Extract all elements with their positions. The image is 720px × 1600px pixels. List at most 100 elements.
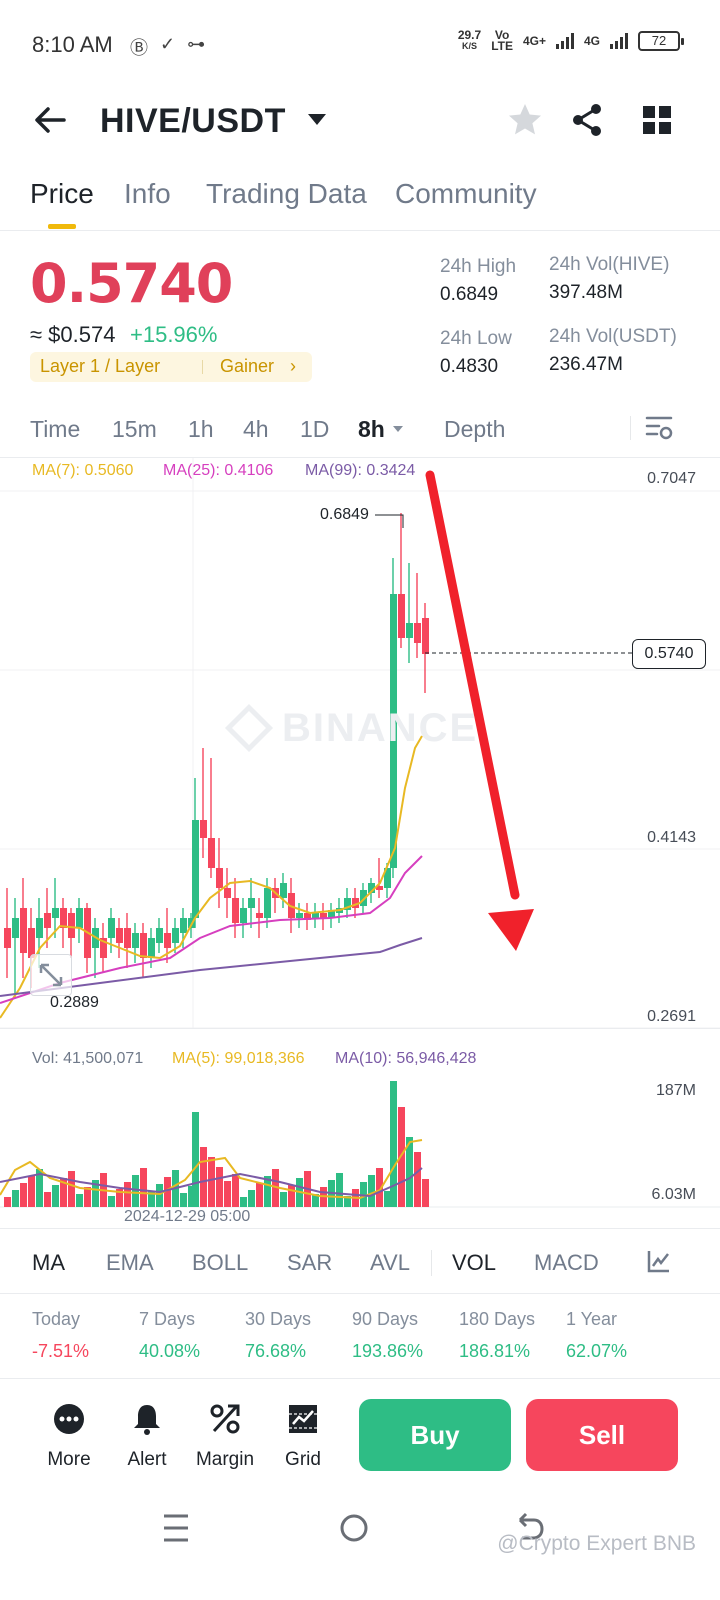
interval-depth[interactable]: Depth [444,416,505,443]
indicator-ema[interactable]: EMA [106,1250,154,1276]
interval-4h[interactable]: 4h [243,416,269,443]
volume-bar [132,1175,139,1207]
volume-bar [240,1197,247,1207]
speed-unit: K/S [462,41,478,51]
volume-bar [256,1183,263,1207]
indicator-boll[interactable]: BOLL [192,1250,248,1276]
volume-bar [44,1192,51,1207]
indicator-ma[interactable]: MA [32,1250,65,1276]
red-arrow-annotation [425,470,534,951]
perf-label-1y: 1 Year [566,1309,618,1329]
candle-body [224,888,231,898]
alert-label: Alert [127,1449,167,1470]
perf-value-180d: 186.81% [459,1341,531,1361]
volume-bar [384,1191,391,1207]
chart-settings-icon[interactable] [644,414,674,442]
grid-menu-icon[interactable] [637,100,677,140]
divider [0,1378,720,1379]
grid-button[interactable]: Grid [268,1402,338,1471]
net1-label: 4G+ [522,34,546,48]
divider [0,230,720,231]
candle-body [148,938,155,958]
volume-bar [288,1185,295,1207]
low-label: 24h Low [440,328,512,349]
candle-body [240,908,247,923]
interval-1h[interactable]: 1h [188,416,214,443]
high-value: 0.6849 [440,284,499,305]
tab-price[interactable]: Price [30,178,94,210]
b-coin-icon: Ⓑ [130,38,148,58]
expand-chart-icon[interactable] [30,954,72,996]
tag-gainer[interactable]: Gainer [220,356,274,377]
buy-button[interactable]: Buy [359,1399,511,1471]
indicator-vol[interactable]: VOL [452,1250,496,1276]
volume-bar [368,1175,375,1207]
indicator-macd[interactable]: MACD [534,1250,599,1276]
more-icon [54,1404,84,1434]
candle-body [256,913,263,918]
candle-body [264,888,271,918]
vol-base-value: 397.48M [549,282,623,303]
volume-chart[interactable] [0,1070,720,1210]
volume-bar [108,1196,115,1207]
indicator-settings-icon[interactable] [646,1248,672,1274]
perf-value-7d: 40.08% [139,1341,201,1361]
interval-time[interactable]: Time [30,416,80,443]
divider [0,1228,720,1229]
tab-trading-data[interactable]: Trading Data [206,178,367,210]
chevron-right-icon: › [290,356,296,376]
speed-value: 29.7 [457,28,482,42]
caret-down-icon[interactable] [392,424,404,434]
volte-bottom: LTE [491,39,513,53]
volume-bar [208,1157,215,1207]
volume-bar [52,1185,59,1207]
tag-separator [202,360,203,374]
tab-community[interactable]: Community [395,178,537,210]
candle-body [124,928,131,948]
volume-bar [12,1190,19,1207]
volte-indicator: Vo LTE [491,29,513,53]
tag-layer1[interactable]: Layer 1 / Layer [40,356,160,377]
home-icon[interactable] [338,1510,370,1546]
pair-title[interactable]: HIVE/USDT [100,102,286,141]
sell-button[interactable]: Sell [526,1399,678,1471]
alert-button[interactable]: Alert [112,1402,182,1471]
fiat-price: ≈ $0.574 [30,322,116,347]
change-percent: +15.96% [130,322,218,347]
volume-bar [390,1081,397,1207]
recents-icon[interactable] [160,1510,192,1546]
tab-info[interactable]: Info [124,178,171,210]
star-icon[interactable] [505,100,545,140]
candle-body [280,883,287,898]
cast-icon: ⊶ [187,34,206,54]
tag-bar[interactable]: Layer 1 / Layer Gainer › [30,352,312,382]
interval-8h[interactable]: 8h [358,416,385,443]
volume-bar [200,1147,207,1207]
perf-label-90d: 90 Days [352,1309,419,1329]
volume-bar [68,1171,75,1207]
share-icon[interactable] [567,100,607,140]
candle-body [406,623,413,638]
indicator-avl[interactable]: AVL [370,1250,410,1276]
back-arrow-icon[interactable] [30,100,70,140]
status-right: 29.7 K/S Vo LTE 4G+ 4G 72 [457,28,684,53]
status-notification-icons: Ⓑ ✓ ⊶ [130,34,205,60]
more-button[interactable]: More [34,1402,104,1471]
indicator-sar[interactable]: SAR [287,1250,332,1276]
margin-button[interactable]: Margin [190,1402,260,1471]
candle-body [68,913,75,938]
candle-body [108,918,115,938]
bell-icon [134,1405,160,1435]
grid-bot-icon [289,1405,317,1433]
caret-down-icon[interactable] [306,110,328,130]
interval-15m[interactable]: 15m [112,416,157,443]
candle-body [4,928,11,948]
divider [0,1293,720,1294]
interval-1d[interactable]: 1D [300,416,329,443]
divider [630,416,631,440]
perf-label-today: Today [32,1309,81,1329]
divider [0,1028,720,1029]
battery-icon: 72 [638,31,684,51]
volume-bar [422,1179,429,1207]
signal-bars-icon [555,33,574,49]
